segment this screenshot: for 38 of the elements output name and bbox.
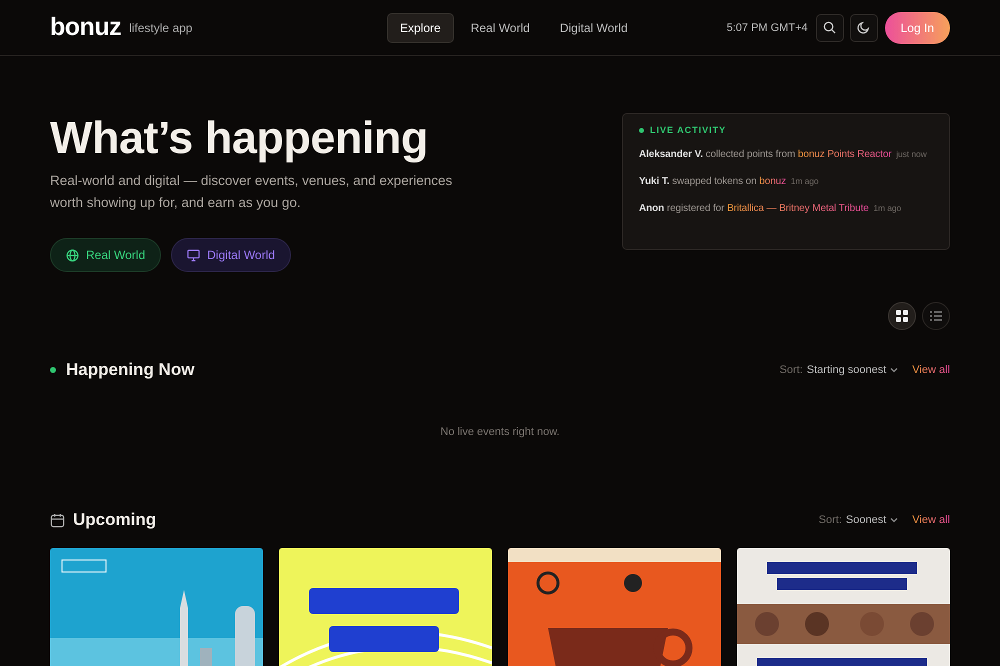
filter-button[interactable]: Real World <box>50 238 162 272</box>
view-all-link[interactable]: View all <box>912 514 950 526</box>
search-icon <box>823 21 836 34</box>
clock-time: 5:07 PM GMT+4 <box>726 22 808 34</box>
list-view-button[interactable] <box>922 302 950 330</box>
calendar-icon <box>50 512 65 528</box>
status-dot <box>50 367 56 373</box>
caret-icon <box>890 517 898 523</box>
activity-text: Anon registered for Britallica — Britney Metal Tribute 1m ago <box>639 202 902 216</box>
search-button[interactable] <box>816 14 844 42</box>
live-dot <box>639 128 644 132</box>
empty-message: No live events right now. <box>439 425 561 440</box>
logo[interactable]: bonuz <box>50 13 122 42</box>
section-title: Happening Now <box>66 360 194 380</box>
page-subtitle: Real-world and digital — discover events, venues, and experiences worth showing up for, and earn as you go. <box>50 172 454 212</box>
list-icon <box>930 310 942 322</box>
view-all-link[interactable]: View all <box>912 364 950 376</box>
globe-icon <box>66 248 79 262</box>
grid-icon <box>896 310 908 322</box>
nav-tab[interactable]: Explore <box>387 12 454 42</box>
sort-dropdown[interactable]: Starting soonest <box>806 364 886 376</box>
caret-icon <box>890 367 898 373</box>
sort-label: Sort: <box>818 514 842 526</box>
activity-text: Aleksander V. collected points from bonuz Points Reactor just now <box>639 148 928 162</box>
theme-button[interactable] <box>850 14 878 42</box>
filter-button[interactable]: Digital World <box>171 238 291 272</box>
nav-tab[interactable]: Digital World <box>546 12 641 42</box>
moon-icon <box>857 21 870 34</box>
monitor-icon <box>187 248 200 262</box>
panel-title: LIVE ACTIVITY <box>650 125 726 135</box>
page-title: What’s happening <box>50 112 429 164</box>
tagline: lifestyle app <box>129 20 192 34</box>
activity-text: Yuki T. swapped tokens on bonuz 1m ago <box>639 175 820 189</box>
grid-view-button[interactable] <box>888 302 916 330</box>
sort-label: Sort: <box>780 364 803 376</box>
nav-tab[interactable]: Real World <box>458 12 543 42</box>
sort-dropdown[interactable]: Soonest <box>846 514 886 526</box>
section-title: Upcoming <box>73 510 156 530</box>
